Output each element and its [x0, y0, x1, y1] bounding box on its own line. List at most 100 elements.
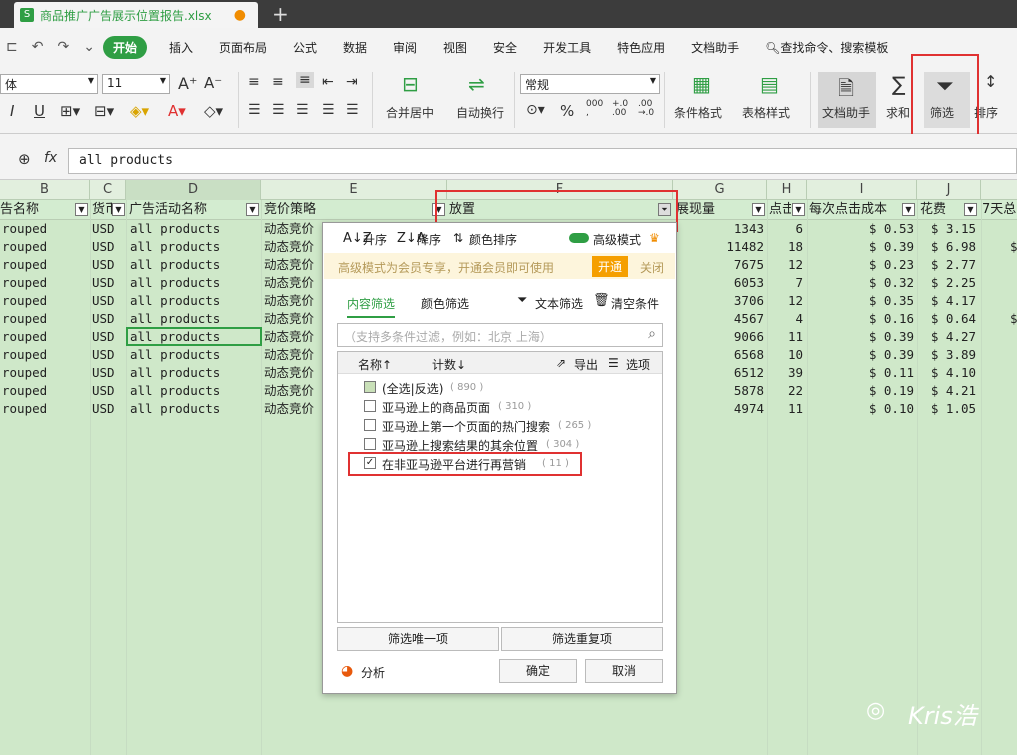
conditional-format-button[interactable]: 条件格式: [674, 104, 722, 121]
cell-ad-group[interactable]: rouped: [2, 292, 88, 310]
cell-currency[interactable]: USD: [92, 346, 125, 364]
filter-dropdown-icon[interactable]: ▼: [752, 203, 765, 216]
cell-spend[interactable]: $ 3.15: [920, 220, 976, 238]
cell-7day-total[interactable]: $: [1010, 310, 1017, 328]
vip-close-button[interactable]: 关闭: [640, 259, 664, 276]
filter-item[interactable]: 亚马逊上的商品页面 ( 310 ): [338, 397, 662, 416]
cell-cpc[interactable]: $ 0.16: [826, 310, 914, 328]
cell-currency[interactable]: USD: [92, 274, 125, 292]
cell-campaign[interactable]: all products: [130, 400, 260, 418]
cell-ad-group[interactable]: rouped: [2, 346, 88, 364]
cell-spend[interactable]: $ 4.21: [920, 382, 976, 400]
cell-campaign[interactable]: all products: [130, 346, 260, 364]
filter-dropdown-icon[interactable]: ▼: [75, 203, 88, 216]
italic-icon[interactable]: I: [10, 102, 14, 120]
zoom-icon[interactable]: ⊕: [18, 150, 31, 168]
cell-clicks[interactable]: 11: [770, 328, 803, 346]
wrap-text-button[interactable]: 自动换行: [456, 104, 504, 121]
tab-page-layout[interactable]: 页面布局: [219, 39, 267, 56]
cell-ad-group[interactable]: rouped: [2, 310, 88, 328]
column-header-j[interactable]: J: [917, 180, 981, 200]
cell-currency[interactable]: USD: [92, 364, 125, 382]
tab-color-filter[interactable]: 颜色筛选: [421, 295, 469, 312]
cell-cpc[interactable]: $ 0.35: [826, 292, 914, 310]
increase-indent-icon[interactable]: ⇥: [346, 74, 358, 90]
cell-campaign[interactable]: all products: [130, 292, 260, 310]
cell-spend[interactable]: $ 1.05: [920, 400, 976, 418]
filter-dropdown-icon[interactable]: ▼: [964, 203, 977, 216]
tab-data[interactable]: 数据: [343, 39, 367, 56]
tab-formulas[interactable]: 公式: [293, 39, 317, 56]
doc-helper-button[interactable]: 🗎 文档助手: [818, 72, 876, 128]
cell-bidding[interactable]: 动态竞价: [264, 274, 324, 292]
cell-campaign[interactable]: all products: [130, 256, 260, 274]
column-header-g[interactable]: G: [673, 180, 767, 200]
cell-bidding[interactable]: 动态竞价: [264, 328, 324, 346]
options-button[interactable]: 选项: [626, 356, 650, 373]
cell-campaign[interactable]: all products: [130, 364, 260, 382]
tab-review[interactable]: 审阅: [393, 39, 417, 56]
cell-cpc[interactable]: $ 0.39: [826, 238, 914, 256]
sum-button[interactable]: 求和: [886, 104, 910, 121]
cell-clicks[interactable]: 39: [770, 364, 803, 382]
number-format-select[interactable]: 常规 ▼: [520, 74, 660, 94]
cell-impressions[interactable]: 6053: [680, 274, 764, 292]
cell-impressions[interactable]: 1343: [680, 220, 764, 238]
cell-bidding[interactable]: 动态竞价: [264, 346, 324, 364]
distributed-icon[interactable]: ☰: [346, 102, 359, 118]
cell-spend[interactable]: $ 4.17: [920, 292, 976, 310]
cell-cpc[interactable]: $ 0.53: [826, 220, 914, 238]
redo-icon[interactable]: ↷: [57, 39, 69, 55]
column-header-c[interactable]: C: [90, 180, 126, 200]
cell-impressions[interactable]: 3706: [680, 292, 764, 310]
checkbox-icon[interactable]: [364, 438, 376, 450]
cell-cpc[interactable]: $ 0.39: [826, 346, 914, 364]
filter-item[interactable]: (全选|反选) ( 890 ): [338, 378, 662, 397]
color-sort-button[interactable]: 颜色排序: [469, 231, 517, 248]
cell-clicks[interactable]: 7: [770, 274, 803, 292]
column-header-d[interactable]: D: [126, 180, 261, 200]
cell-clicks[interactable]: 12: [770, 256, 803, 274]
cell-spend[interactable]: $ 2.77: [920, 256, 976, 274]
cell-currency[interactable]: USD: [92, 238, 125, 256]
cell-ad-group[interactable]: rouped: [2, 256, 88, 274]
cell-cpc[interactable]: $ 0.32: [826, 274, 914, 292]
tab-start[interactable]: 开始: [102, 35, 147, 59]
decrease-decimal-icon[interactable]: .00 →.0: [638, 100, 654, 118]
percent-button[interactable]: %: [560, 102, 574, 120]
borders-icon[interactable]: ⊞▾: [60, 102, 80, 120]
cell-bidding[interactable]: 动态竞价: [264, 238, 324, 256]
table-style-button[interactable]: 表格样式: [742, 104, 790, 121]
font-size-select[interactable]: 11 ▼: [102, 74, 170, 94]
filter-dropdown-icon[interactable]: ▼: [112, 203, 125, 216]
cell-impressions[interactable]: 11482: [680, 238, 764, 256]
cell-spend[interactable]: $ 6.98: [920, 238, 976, 256]
filter-dropdown-icon[interactable]: ▼: [792, 203, 805, 216]
cell-currency[interactable]: USD: [92, 382, 125, 400]
ok-button[interactable]: 确定: [499, 659, 577, 683]
open-icon[interactable]: ⊏: [6, 39, 18, 55]
cell-campaign[interactable]: all products: [130, 220, 260, 238]
underline-icon[interactable]: U: [34, 102, 45, 120]
active-cell[interactable]: [126, 327, 262, 346]
cell-clicks[interactable]: 6: [770, 220, 803, 238]
cell-currency[interactable]: USD: [92, 256, 125, 274]
cell-impressions[interactable]: 4567: [680, 310, 764, 328]
text-filter-button[interactable]: 文本筛选: [535, 295, 583, 312]
font-name-select[interactable]: 体 ▼: [0, 74, 98, 94]
tab-security[interactable]: 安全: [493, 39, 517, 56]
cell-ad-group[interactable]: rouped: [2, 400, 88, 418]
filter-search-input[interactable]: （支持多条件过滤，例如：北京 上海） ⌕: [337, 323, 663, 347]
fill-color-icon[interactable]: ◈▾: [130, 102, 149, 120]
thousands-icon[interactable]: 000,: [586, 100, 603, 118]
quick-access-dropdown-icon[interactable]: ⌄: [83, 39, 95, 55]
cell-campaign[interactable]: all products: [130, 310, 260, 328]
font-color-icon[interactable]: A▾: [168, 102, 186, 120]
cell-currency[interactable]: USD: [92, 328, 125, 346]
cell-bidding[interactable]: 动态竞价: [264, 364, 324, 382]
cell-impressions[interactable]: 5878: [680, 382, 764, 400]
decrease-font-icon[interactable]: A⁻: [204, 74, 222, 92]
command-search[interactable]: 🔍︎查找命令、搜索模板: [765, 39, 888, 56]
checkbox-icon[interactable]: [364, 400, 376, 412]
currency-icon[interactable]: ⊙▾: [526, 102, 545, 118]
